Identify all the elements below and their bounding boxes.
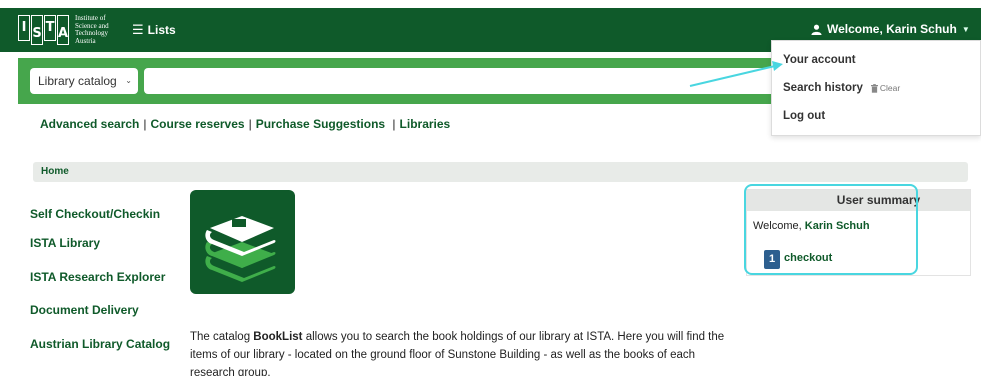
desc-before: The catalog [190, 331, 254, 343]
quick-links: Advanced search | Course reserves | Purchase… [40, 117, 450, 131]
user-icon [811, 24, 822, 35]
books-icon [205, 216, 276, 282]
welcome-label: Welcome, Karin Schuh [827, 22, 957, 36]
logo-letters: I S T A [18, 15, 69, 45]
sidebar-item-document-delivery[interactable]: Document Delivery [30, 303, 139, 317]
catalog-select-value: Library catalog [38, 74, 117, 88]
logo-letter-i: I [18, 15, 30, 41]
clear-history-button[interactable]: Clear [870, 83, 901, 93]
advanced-search-link[interactable]: Advanced search [40, 117, 139, 131]
clear-label: Clear [879, 83, 901, 93]
link-separator: | [248, 117, 252, 131]
sidebar-item-self-checkout[interactable]: Self Checkout/Checkin [30, 207, 160, 221]
lists-menu[interactable]: ☰ Lists [132, 22, 176, 38]
chevron-down-icon: ⌄ [125, 76, 132, 85]
annotation-highlight-box [744, 184, 918, 275]
log-out-item[interactable]: Log out [783, 110, 825, 122]
logo-letter-a: A [57, 15, 69, 45]
breadcrumb: Home [33, 162, 968, 182]
sidebar-item-austrian-catalog[interactable]: Austrian Library Catalog [30, 337, 170, 351]
trash-icon [870, 83, 878, 93]
logo-text-line: Austria [75, 36, 96, 45]
search-history-item[interactable]: Search history Clear [783, 82, 900, 94]
sidebar-item-research-explorer[interactable]: ISTA Research Explorer [30, 270, 165, 284]
logo-text: Institute of Science and Technology Aust… [75, 14, 125, 45]
course-reserves-link[interactable]: Course reserves [151, 117, 245, 131]
catalog-description: The catalog BookList allows you to searc… [190, 328, 730, 376]
search-input[interactable] [144, 68, 784, 94]
account-dropdown: Your account Search history Clear Log ou… [771, 40, 981, 136]
catalog-select[interactable]: Library catalog ⌄ [30, 68, 138, 94]
your-account-label: Your account [783, 54, 856, 66]
breadcrumb-home[interactable]: Home [41, 166, 69, 177]
libraries-link[interactable]: Libraries [400, 117, 451, 131]
lists-label: Lists [147, 23, 176, 37]
sidebar-item-ista-library[interactable]: ISTA Library [30, 236, 100, 250]
your-account-item[interactable]: Your account [783, 54, 856, 66]
search-history-label: Search history [783, 82, 863, 94]
log-out-label: Log out [783, 110, 826, 122]
user-menu-toggle[interactable]: Welcome, Karin Schuh ▼ [811, 22, 981, 36]
list-icon: ☰ [132, 22, 144, 37]
chevron-down-icon: ▼ [961, 24, 970, 34]
booklist-logo [190, 190, 295, 294]
logo-letter-s: S [31, 15, 43, 45]
link-separator: | [143, 117, 147, 131]
link-separator: | [389, 117, 396, 131]
logo-letter-t: T [44, 15, 56, 41]
purchase-suggestions-link[interactable]: Purchase Suggestions [256, 117, 385, 131]
ista-logo[interactable]: I S T A Institute of Science and Technol… [18, 14, 125, 45]
desc-booklist: BookList [253, 331, 303, 343]
